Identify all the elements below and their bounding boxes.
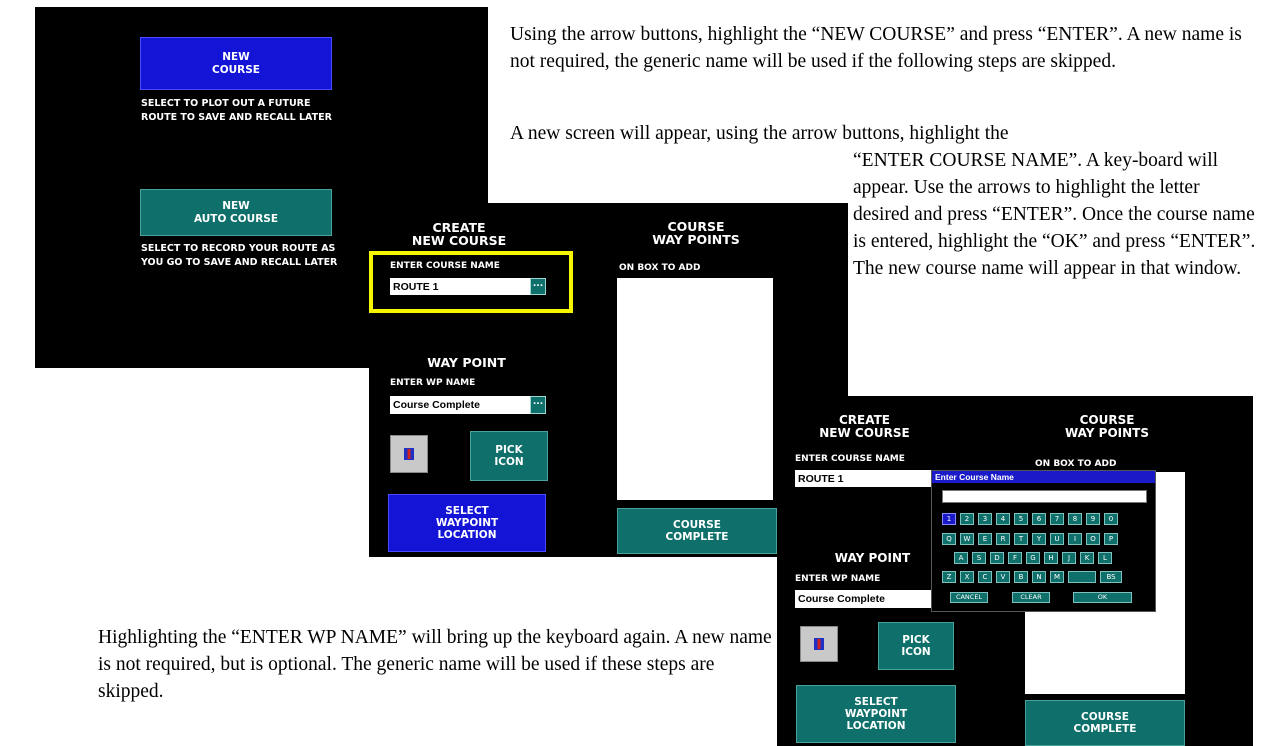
waypoint-icon-preview[interactable] — [800, 626, 838, 662]
key-a[interactable]: A — [954, 552, 968, 564]
keyboard-dialog: Enter Course Name 1234567890QWERTYUIOPAS… — [931, 470, 1156, 612]
key-8[interactable]: 8 — [1068, 513, 1082, 525]
wp-name-browse-button[interactable]: ... — [530, 396, 546, 414]
key-b[interactable]: B — [1014, 571, 1028, 583]
enter-wp-name-label: ENTER WP NAME — [390, 378, 476, 388]
waypoint-icon-preview[interactable] — [390, 435, 428, 473]
on-box-to-add-label: ON BOX TO ADD — [1035, 459, 1117, 469]
instruction-enter-course-name: “ENTER COURSE NAME”. A key-board will ap… — [853, 150, 1256, 279]
key-9[interactable]: 9 — [1086, 513, 1100, 525]
select-waypoint-location-button[interactable]: SELECT WAYPOINT LOCATION — [388, 494, 546, 552]
enter-wp-name-label: ENTER WP NAME — [795, 574, 881, 584]
select-waypoint-location-button[interactable]: SELECT WAYPOINT LOCATION — [796, 685, 956, 743]
key-4[interactable]: 4 — [996, 513, 1010, 525]
cancel-button[interactable]: CANCEL — [950, 592, 988, 603]
key-7[interactable]: 7 — [1050, 513, 1064, 525]
key-i[interactable]: I — [1068, 533, 1082, 545]
course-waypoints-list[interactable] — [617, 278, 773, 500]
key-c[interactable]: C — [978, 571, 992, 583]
key-r[interactable]: R — [996, 533, 1010, 545]
way-point-heading: WAY POINT — [427, 355, 506, 370]
key-p[interactable]: P — [1104, 533, 1118, 545]
key-q[interactable]: Q — [942, 533, 956, 545]
key-j[interactable]: J — [1062, 552, 1076, 564]
course-name-highlight-frame — [369, 251, 573, 313]
key-space[interactable] — [1068, 571, 1096, 583]
key-s[interactable]: S — [972, 552, 986, 564]
wp-name-field[interactable]: Course Complete — [390, 396, 530, 414]
course-complete-button[interactable]: COURSE COMPLETE — [617, 508, 777, 554]
key-w[interactable]: W — [960, 533, 974, 545]
waypoint-marker-icon — [404, 448, 414, 460]
instruction-screen-appear: A new screen will appear, using the arro… — [510, 123, 1009, 144]
way-point-heading: WAY POINT — [834, 551, 911, 565]
key-e[interactable]: E — [978, 533, 992, 545]
course-way-points-heading: COURSE WAY POINTS — [652, 219, 740, 248]
waypoint-marker-icon — [814, 638, 824, 650]
new-auto-course-button[interactable]: NEW AUTO COURSE — [140, 189, 332, 236]
create-new-course-heading: CREATE NEW COURSE — [819, 413, 910, 440]
key-k[interactable]: K — [1080, 552, 1094, 564]
key-5[interactable]: 5 — [1014, 513, 1028, 525]
course-name-field[interactable]: ROUTE 1 — [795, 470, 935, 487]
course-name-keyboard-screen: CREATE NEW COURSE COURSE WAY POINTS ENTE… — [777, 396, 1253, 746]
key-3[interactable]: 3 — [978, 513, 992, 525]
key-1[interactable]: 1 — [942, 513, 956, 525]
clear-button[interactable]: CLEAR — [1012, 592, 1050, 603]
enter-course-name-label: ENTER COURSE NAME — [795, 454, 905, 464]
key-0[interactable]: 0 — [1104, 513, 1118, 525]
key-2[interactable]: 2 — [960, 513, 974, 525]
key-h[interactable]: H — [1044, 552, 1058, 564]
new-course-button[interactable]: NEW COURSE — [140, 37, 332, 90]
key-z[interactable]: Z — [942, 571, 956, 583]
wp-name-field[interactable]: Course Complete — [795, 590, 935, 608]
key-l[interactable]: L — [1098, 552, 1112, 564]
new-course-description: SELECT TO PLOT OUT A FUTURE ROUTE TO SAV… — [141, 98, 332, 123]
key-t[interactable]: T — [1014, 533, 1028, 545]
on-box-to-add-label: ON BOX TO ADD — [619, 263, 701, 273]
course-way-points-heading: COURSE WAY POINTS — [1064, 413, 1150, 440]
instruction-enter-wp-name: Highlighting the “ENTER WP NAME” will br… — [98, 627, 772, 702]
key-v[interactable]: V — [996, 571, 1010, 583]
key-u[interactable]: U — [1050, 533, 1064, 545]
create-new-course-heading: CREATE NEW COURSE — [411, 220, 507, 249]
key-backspace[interactable]: BS — [1100, 571, 1122, 583]
course-complete-button[interactable]: COURSE COMPLETE — [1025, 700, 1185, 746]
pick-icon-button[interactable]: PICK ICON — [470, 431, 548, 481]
keyboard-keys: 1 2 3 4 5 6 7 8 9 0 Q W E R T Y U I O P A S D F G H J K L Z X C V B N M BS — [932, 471, 1155, 611]
key-y[interactable]: Y — [1032, 533, 1046, 545]
key-m[interactable]: M — [1050, 571, 1064, 583]
key-g[interactable]: G — [1026, 552, 1040, 564]
pick-icon-button[interactable]: PICK ICON — [878, 622, 954, 670]
key-x[interactable]: X — [960, 571, 974, 583]
ok-button[interactable]: OK — [1073, 592, 1132, 603]
key-f[interactable]: F — [1008, 552, 1022, 564]
key-d[interactable]: D — [990, 552, 1004, 564]
key-n[interactable]: N — [1032, 571, 1046, 583]
instruction-new-course: Using the arrow buttons, highlight the “… — [510, 24, 1242, 72]
key-6[interactable]: 6 — [1032, 513, 1046, 525]
key-o[interactable]: O — [1086, 533, 1100, 545]
